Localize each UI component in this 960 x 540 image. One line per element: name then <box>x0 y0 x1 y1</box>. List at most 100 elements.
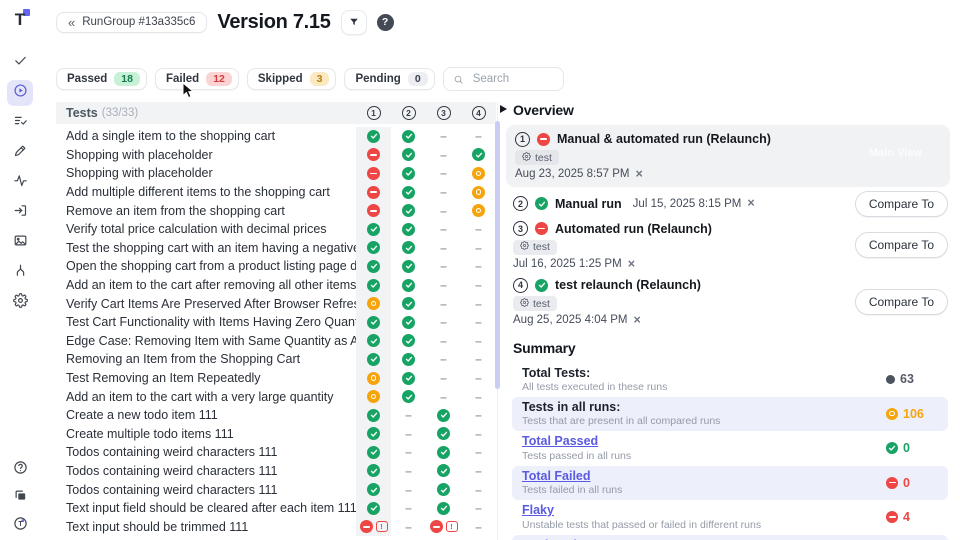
overview-run-1[interactable]: 1Manual & automated run (Relaunch)testAu… <box>506 125 950 187</box>
sidebar-item-help[interactable] <box>7 457 33 483</box>
table-row[interactable]: Test the shopping cart with an item havi… <box>56 239 496 258</box>
sidebar-item-branches[interactable] <box>7 260 33 286</box>
status-pass <box>367 446 380 459</box>
tag-label: test <box>535 152 552 164</box>
overview-run-4[interactable]: 4test relaunch (Relaunch)testAug 25, 202… <box>513 277 948 327</box>
sidebar-item-design[interactable] <box>7 140 33 166</box>
remove-run-icon[interactable]: × <box>747 197 754 210</box>
status-fail-comment: ! <box>430 520 458 533</box>
sidebar-item-runs-check[interactable] <box>7 50 33 76</box>
comment-indicator-icon[interactable]: ! <box>376 521 388 532</box>
summary-value: 63 <box>886 372 948 386</box>
status-pass <box>367 279 380 292</box>
no-run-dash: – <box>475 315 482 329</box>
no-run-dash: – <box>440 204 447 218</box>
table-row[interactable]: Remove an item from the shopping cart– <box>56 201 496 220</box>
filter-chip-passed[interactable]: Passed18 <box>56 68 147 90</box>
status-cell <box>391 313 426 332</box>
status-skip <box>472 204 485 217</box>
status-cell <box>391 201 426 220</box>
filter-button[interactable] <box>341 10 367 35</box>
compare-to-button[interactable]: Compare To <box>855 191 948 217</box>
column-header-run-2[interactable]: 2 <box>391 106 426 120</box>
status-cell: – <box>426 164 461 183</box>
sidebar-item-account[interactable]: T <box>7 513 33 539</box>
app-logo[interactable]: T <box>8 8 32 32</box>
run-date: Aug 25, 2025 4:04 PM× <box>513 314 948 327</box>
table-row[interactable]: Text input field should be cleared after… <box>56 499 496 518</box>
search-input[interactable] <box>471 72 554 86</box>
summary-title[interactable]: Flaky <box>522 503 886 517</box>
run-name: Automated run (Relaunch) <box>555 222 712 236</box>
table-row[interactable]: Add a single item to the shopping cart–– <box>56 127 496 146</box>
table-row[interactable]: Create a new todo item 111–– <box>56 406 496 425</box>
compare-to-button[interactable]: Compare To <box>855 289 948 315</box>
table-row[interactable]: Text input should be trimmed 111!–!– <box>56 517 496 536</box>
remove-run-icon[interactable]: × <box>628 258 635 271</box>
table-row[interactable]: Create multiple todo items 111–– <box>56 425 496 444</box>
no-run-dash: – <box>475 352 482 366</box>
compare-to-button[interactable]: Compare To <box>855 232 948 258</box>
column-header-run-4[interactable]: 4 <box>461 106 496 120</box>
status-pass <box>437 464 450 477</box>
filter-chip-skipped[interactable]: Skipped3 <box>247 68 337 90</box>
sidebar-item-analytics[interactable] <box>7 170 33 196</box>
filter-chip-failed[interactable]: Failed12 <box>155 68 239 90</box>
table-row[interactable]: Add multiple different items to the shop… <box>56 183 496 202</box>
sidebar-item-run-play[interactable] <box>7 80 33 106</box>
help-icon <box>13 460 28 480</box>
table-row[interactable]: Shopping with placeholder– <box>56 164 496 183</box>
summary-title[interactable]: Total Failed <box>522 469 886 483</box>
comment-indicator-icon[interactable]: ! <box>446 521 458 532</box>
overview-run-2[interactable]: 2Manual runJul 15, 2025 8:15 PM×Compare … <box>513 194 948 214</box>
table-row[interactable]: Removing an Item from the Shopping Cart–… <box>56 350 496 369</box>
table-row[interactable]: Test Removing an Item Repeatedly–– <box>56 369 496 388</box>
sidebar-item-import[interactable] <box>7 200 33 226</box>
panel-scrollbar-thumb[interactable] <box>495 121 500 389</box>
status-cell <box>391 276 426 295</box>
status-cell: – <box>426 146 461 165</box>
back-to-rungroup-button[interactable]: « RunGroup #13a335c6 <box>56 12 207 33</box>
table-row[interactable]: Test Cart Functionality with Items Havin… <box>56 313 496 332</box>
table-row[interactable]: Todos containing weird characters 111–– <box>56 462 496 481</box>
sidebar-item-gallery[interactable] <box>7 230 33 256</box>
run-name: test relaunch (Relaunch) <box>555 278 701 292</box>
sidebar-item-test-plans[interactable] <box>7 110 33 136</box>
status-skip <box>472 167 485 180</box>
collapse-triangle-icon[interactable] <box>500 105 507 113</box>
overview-run-3[interactable]: 3Automated run (Relaunch)testJul 16, 202… <box>513 221 948 271</box>
passed-status-icon <box>402 279 415 292</box>
table-row[interactable]: Edge Case: Removing Item with Same Quant… <box>56 332 496 351</box>
remove-run-icon[interactable]: × <box>633 314 640 327</box>
sidebar-item-settings[interactable] <box>7 290 33 316</box>
table-row[interactable]: Add an item to the cart with a very larg… <box>56 387 496 406</box>
summary-title[interactable]: Total Passed <box>522 434 886 448</box>
table-row[interactable]: Add an item to the cart after removing a… <box>56 276 496 295</box>
table-row[interactable]: Verify total price calculation with deci… <box>56 220 496 239</box>
test-name: Add an item to the cart with a very larg… <box>66 387 356 406</box>
summary-value: 0 <box>886 476 948 490</box>
help-button[interactable]: ? <box>377 14 394 31</box>
logo-letter: T <box>8 8 32 32</box>
table-row[interactable]: Todos containing weird characters 111–– <box>56 443 496 462</box>
table-row[interactable]: Todos containing weird characters 111–– <box>56 480 496 499</box>
status-cell: – <box>426 127 461 146</box>
status-cell <box>356 201 391 220</box>
status-pass <box>367 427 380 440</box>
table-row[interactable]: Shopping with placeholder – <box>56 146 496 165</box>
passed-status-icon <box>437 464 450 477</box>
sidebar-item-projects[interactable] <box>7 485 33 511</box>
table-row[interactable]: Verify Cart Items Are Preserved After Br… <box>56 294 496 313</box>
column-header-run-3[interactable]: 3 <box>426 106 461 120</box>
status-pass <box>402 241 415 254</box>
no-run-dash: – <box>475 445 482 459</box>
test-name: Shopping with placeholder <box>66 146 356 165</box>
table-row[interactable]: Open the shopping cart from a product li… <box>56 257 496 276</box>
passed-status-icon <box>367 241 380 254</box>
remove-run-icon[interactable]: × <box>635 168 642 181</box>
filter-chip-pending[interactable]: Pending0 <box>344 68 434 90</box>
test-name: Test Cart Functionality with Items Havin… <box>66 313 356 332</box>
column-header-run-1[interactable]: 1 <box>356 106 391 120</box>
status-cell <box>356 239 391 258</box>
status-fail-comment: ! <box>360 520 388 533</box>
